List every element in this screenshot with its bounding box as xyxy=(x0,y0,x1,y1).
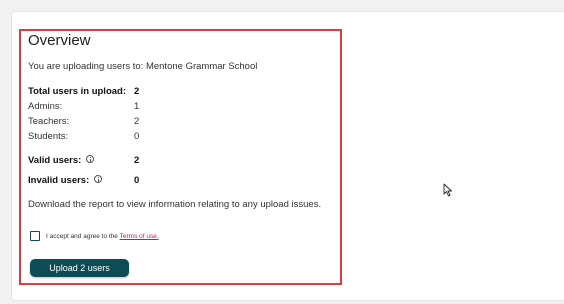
invalid-users-value: 0 xyxy=(134,175,140,186)
download-report-text: Download the report to view information … xyxy=(28,199,322,210)
invalid-users-row: Invalid users: xyxy=(28,175,103,186)
valid-users-row: Valid users: xyxy=(28,155,95,166)
admins-value: 1 xyxy=(134,101,140,112)
teachers-label: Teachers: xyxy=(28,116,70,127)
upload-users-button[interactable]: Upload 2 users xyxy=(30,259,129,277)
teachers-value: 2 xyxy=(134,116,140,127)
page-title: Overview xyxy=(28,32,91,49)
info-icon[interactable] xyxy=(86,155,95,164)
upload-target-text: You are uploading users to: Mentone Gram… xyxy=(28,61,258,72)
students-value: 0 xyxy=(134,131,140,142)
terms-of-use-link[interactable]: Terms of use. xyxy=(120,233,159,240)
total-users-value: 2 xyxy=(134,86,140,97)
terms-checkbox[interactable] xyxy=(30,231,40,241)
terms-agreement: I accept and agree to the Terms of use. xyxy=(46,233,159,240)
valid-users-label: Valid users: xyxy=(28,155,82,166)
valid-users-value: 2 xyxy=(134,155,140,166)
total-users-label: Total users in upload: xyxy=(28,86,126,97)
admins-label: Admins: xyxy=(28,101,63,112)
students-label: Students: xyxy=(28,131,69,142)
terms-agreement-label: I accept and agree to the xyxy=(46,233,118,240)
info-icon[interactable] xyxy=(94,175,103,184)
mouse-cursor-icon xyxy=(443,183,452,197)
invalid-users-label: Invalid users: xyxy=(28,175,90,186)
